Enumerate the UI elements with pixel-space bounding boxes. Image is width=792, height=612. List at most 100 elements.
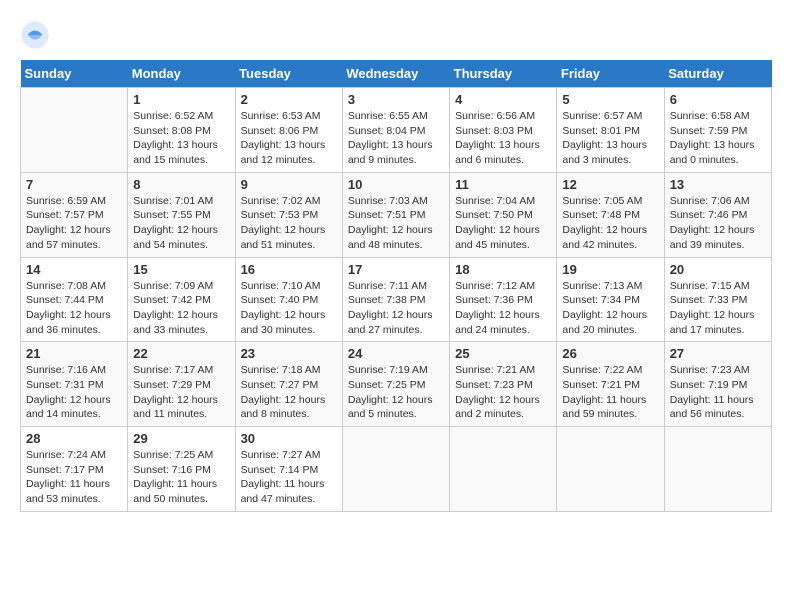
day-number: 21: [26, 346, 122, 361]
day-number: 17: [348, 262, 444, 277]
day-info: Sunrise: 7:18 AM Sunset: 7:27 PM Dayligh…: [241, 363, 337, 422]
calendar-cell: 5Sunrise: 6:57 AM Sunset: 8:01 PM Daylig…: [557, 88, 664, 173]
calendar-cell: 6 Sunrise: 6:58 AM Sunset: 7:59 PM Daylig…: [664, 88, 771, 173]
calendar-header-row: SundayMondayTuesdayWednesdayThursdayFrid…: [21, 60, 772, 88]
day-info: Sunrise: 6:52 AM Sunset: 8:08 PM Dayligh…: [133, 109, 229, 168]
day-info: Sunrise: 6:57 AM Sunset: 8:01 PM Dayligh…: [562, 109, 658, 168]
day-number: 7: [26, 177, 122, 192]
day-info: Sunrise: 6:58 AM Sunset: 7:59 PM Dayligh…: [670, 109, 766, 168]
day-info: Sunrise: 7:09 AM Sunset: 7:42 PM Dayligh…: [133, 279, 229, 338]
calendar-cell: 30 Sunrise: 7:27 AM Sunset: 7:14 PM Dayli…: [235, 427, 342, 512]
day-number: 28: [26, 431, 122, 446]
calendar-cell: 26 Sunrise: 7:22 AM Sunset: 7:21 PM Dayli…: [557, 342, 664, 427]
day-info: Sunrise: 7:21 AM Sunset: 7:23 PM Dayligh…: [455, 363, 551, 422]
day-header-friday: Friday: [557, 60, 664, 88]
calendar-cell: 18 Sunrise: 7:12 AM Sunset: 7:36 PM Dayli…: [450, 257, 557, 342]
calendar-cell: 27 Sunrise: 7:23 AM Sunset: 7:19 PM Dayli…: [664, 342, 771, 427]
calendar-cell: [21, 88, 128, 173]
logo-icon: [20, 20, 50, 50]
calendar-cell: [450, 427, 557, 512]
day-number: 19: [562, 262, 658, 277]
calendar-cell: 1Sunrise: 6:52 AM Sunset: 8:08 PM Daylig…: [128, 88, 235, 173]
calendar-week-row: 1Sunrise: 6:52 AM Sunset: 8:08 PM Daylig…: [21, 88, 772, 173]
calendar-cell: 2 Sunrise: 6:53 AM Sunset: 8:06 PM Daylig…: [235, 88, 342, 173]
day-number: 16: [241, 262, 337, 277]
day-number: 9: [241, 177, 337, 192]
day-number: 18: [455, 262, 551, 277]
day-number: 26: [562, 346, 658, 361]
day-number: 6: [670, 92, 766, 107]
calendar-week-row: 21 Sunrise: 7:16 AM Sunset: 7:31 PM Dayli…: [21, 342, 772, 427]
calendar-cell: 3 Sunrise: 6:55 AM Sunset: 8:04 PM Daylig…: [342, 88, 449, 173]
day-info: Sunrise: 7:12 AM Sunset: 7:36 PM Dayligh…: [455, 279, 551, 338]
day-header-wednesday: Wednesday: [342, 60, 449, 88]
day-number: 27: [670, 346, 766, 361]
calendar-cell: [342, 427, 449, 512]
day-header-thursday: Thursday: [450, 60, 557, 88]
calendar-cell: 13 Sunrise: 7:06 AM Sunset: 7:46 PM Dayli…: [664, 172, 771, 257]
day-info: Sunrise: 7:27 AM Sunset: 7:14 PM Dayligh…: [241, 448, 337, 507]
day-number: 11: [455, 177, 551, 192]
day-info: Sunrise: 6:59 AM Sunset: 7:57 PM Dayligh…: [26, 194, 122, 253]
day-number: 22: [133, 346, 229, 361]
day-info: Sunrise: 7:25 AM Sunset: 7:16 PM Dayligh…: [133, 448, 229, 507]
calendar-cell: 25 Sunrise: 7:21 AM Sunset: 7:23 PM Dayli…: [450, 342, 557, 427]
calendar-cell: 16 Sunrise: 7:10 AM Sunset: 7:40 PM Dayli…: [235, 257, 342, 342]
day-info: Sunrise: 7:05 AM Sunset: 7:48 PM Dayligh…: [562, 194, 658, 253]
day-info: Sunrise: 7:23 AM Sunset: 7:19 PM Dayligh…: [670, 363, 766, 422]
calendar-cell: 22 Sunrise: 7:17 AM Sunset: 7:29 PM Dayli…: [128, 342, 235, 427]
calendar-cell: [557, 427, 664, 512]
calendar-cell: 10 Sunrise: 7:03 AM Sunset: 7:51 PM Dayli…: [342, 172, 449, 257]
day-number: 14: [26, 262, 122, 277]
calendar-cell: 24 Sunrise: 7:19 AM Sunset: 7:25 PM Dayli…: [342, 342, 449, 427]
calendar-cell: 17Sunrise: 7:11 AM Sunset: 7:38 PM Dayli…: [342, 257, 449, 342]
day-info: Sunrise: 7:15 AM Sunset: 7:33 PM Dayligh…: [670, 279, 766, 338]
calendar-cell: [664, 427, 771, 512]
day-number: 2: [241, 92, 337, 107]
day-number: 4: [455, 92, 551, 107]
day-number: 3: [348, 92, 444, 107]
day-number: 25: [455, 346, 551, 361]
day-header-tuesday: Tuesday: [235, 60, 342, 88]
day-number: 12: [562, 177, 658, 192]
day-number: 10: [348, 177, 444, 192]
day-number: 23: [241, 346, 337, 361]
day-number: 8: [133, 177, 229, 192]
page-header: [20, 20, 772, 50]
calendar-cell: 8 Sunrise: 7:01 AM Sunset: 7:55 PM Daylig…: [128, 172, 235, 257]
day-info: Sunrise: 7:19 AM Sunset: 7:25 PM Dayligh…: [348, 363, 444, 422]
day-header-saturday: Saturday: [664, 60, 771, 88]
calendar-cell: 11 Sunrise: 7:04 AM Sunset: 7:50 PM Dayli…: [450, 172, 557, 257]
day-info: Sunrise: 7:02 AM Sunset: 7:53 PM Dayligh…: [241, 194, 337, 253]
calendar-cell: 9 Sunrise: 7:02 AM Sunset: 7:53 PM Daylig…: [235, 172, 342, 257]
calendar-cell: 7 Sunrise: 6:59 AM Sunset: 7:57 PM Daylig…: [21, 172, 128, 257]
day-info: Sunrise: 7:16 AM Sunset: 7:31 PM Dayligh…: [26, 363, 122, 422]
calendar-cell: 4 Sunrise: 6:56 AM Sunset: 8:03 PM Daylig…: [450, 88, 557, 173]
calendar-cell: 15 Sunrise: 7:09 AM Sunset: 7:42 PM Dayli…: [128, 257, 235, 342]
day-info: Sunrise: 6:53 AM Sunset: 8:06 PM Dayligh…: [241, 109, 337, 168]
day-info: Sunrise: 7:06 AM Sunset: 7:46 PM Dayligh…: [670, 194, 766, 253]
day-number: 29: [133, 431, 229, 446]
day-info: Sunrise: 6:55 AM Sunset: 8:04 PM Dayligh…: [348, 109, 444, 168]
day-info: Sunrise: 7:04 AM Sunset: 7:50 PM Dayligh…: [455, 194, 551, 253]
day-info: Sunrise: 7:10 AM Sunset: 7:40 PM Dayligh…: [241, 279, 337, 338]
day-info: Sunrise: 7:22 AM Sunset: 7:21 PM Dayligh…: [562, 363, 658, 422]
calendar-cell: 29 Sunrise: 7:25 AM Sunset: 7:16 PM Dayli…: [128, 427, 235, 512]
logo: [20, 20, 54, 50]
day-info: Sunrise: 7:08 AM Sunset: 7:44 PM Dayligh…: [26, 279, 122, 338]
day-number: 13: [670, 177, 766, 192]
calendar-week-row: 14 Sunrise: 7:08 AM Sunset: 7:44 PM Dayli…: [21, 257, 772, 342]
day-info: Sunrise: 7:03 AM Sunset: 7:51 PM Dayligh…: [348, 194, 444, 253]
day-number: 15: [133, 262, 229, 277]
calendar-cell: 12 Sunrise: 7:05 AM Sunset: 7:48 PM Dayli…: [557, 172, 664, 257]
day-info: Sunrise: 7:17 AM Sunset: 7:29 PM Dayligh…: [133, 363, 229, 422]
calendar-cell: 21 Sunrise: 7:16 AM Sunset: 7:31 PM Dayli…: [21, 342, 128, 427]
day-number: 30: [241, 431, 337, 446]
day-info: Sunrise: 6:56 AM Sunset: 8:03 PM Dayligh…: [455, 109, 551, 168]
calendar-cell: 28Sunrise: 7:24 AM Sunset: 7:17 PM Dayli…: [21, 427, 128, 512]
day-info: Sunrise: 7:01 AM Sunset: 7:55 PM Dayligh…: [133, 194, 229, 253]
day-number: 20: [670, 262, 766, 277]
day-header-sunday: Sunday: [21, 60, 128, 88]
day-info: Sunrise: 7:13 AM Sunset: 7:34 PM Dayligh…: [562, 279, 658, 338]
day-number: 24: [348, 346, 444, 361]
